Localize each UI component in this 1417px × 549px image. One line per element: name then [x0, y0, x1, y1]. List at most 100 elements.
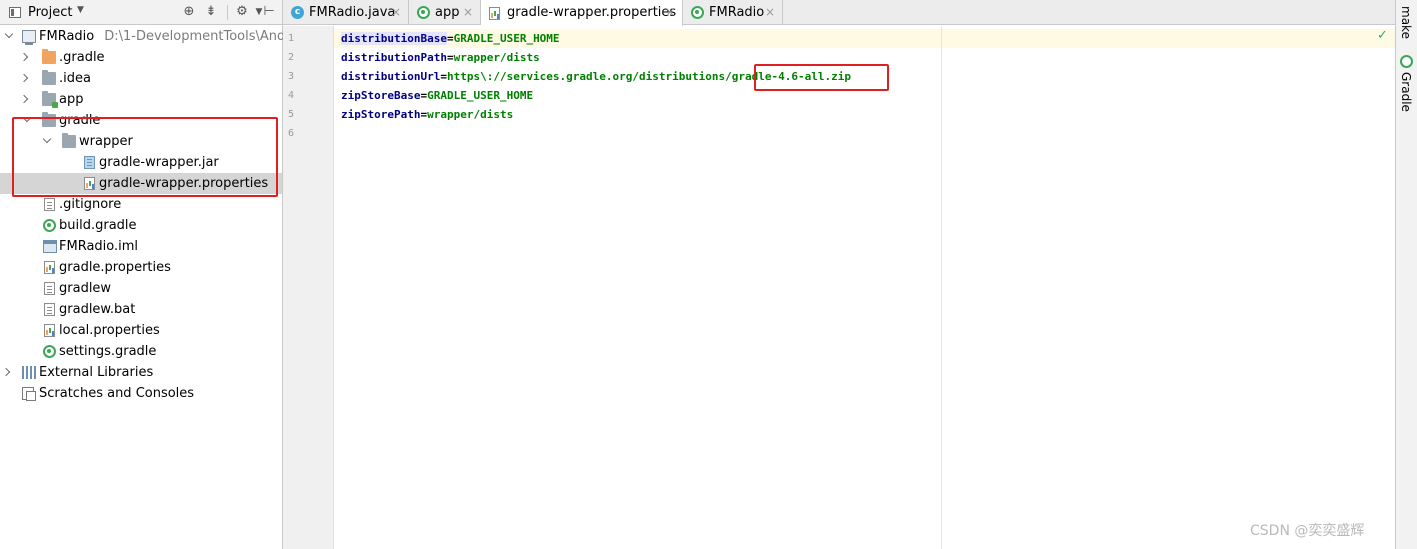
- property-key: zipStoreBase: [341, 89, 421, 102]
- property-equals: =: [446, 32, 454, 45]
- tree-node-label: .idea: [59, 71, 91, 86]
- tree-node-gradle-wrapper-properties[interactable]: gradle-wrapper.properties: [0, 173, 282, 194]
- tree-node-gradle-properties[interactable]: gradle.properties: [0, 257, 282, 278]
- target-icon[interactable]: ⊕: [180, 3, 198, 21]
- tree-node-label: gradle-wrapper.properties: [99, 176, 269, 191]
- iml-icon: [43, 240, 57, 253]
- tree-node-gradle-wrapper-jar[interactable]: gradle-wrapper.jar: [0, 152, 282, 173]
- gradle-icon: [43, 345, 56, 358]
- line-number: 5: [288, 109, 295, 120]
- tree-node-fmradio-iml[interactable]: FMRadio.iml: [0, 236, 282, 257]
- expand-arrow-icon[interactable]: [22, 110, 34, 131]
- property-equals: =: [446, 51, 454, 64]
- code-line-3[interactable]: distributionUrl=https\://services.gradle…: [341, 67, 851, 86]
- property-key: distributionBase: [341, 32, 447, 45]
- tree-node-label: .gitignore: [59, 197, 122, 212]
- property-value: wrapper/dists: [453, 51, 540, 64]
- tree-node-label: wrapper: [79, 134, 133, 149]
- tree-node-label: app: [59, 92, 84, 107]
- expand-arrow-icon[interactable]: [4, 26, 16, 47]
- code-line-5[interactable]: zipStorePath=wrapper/dists: [341, 105, 513, 124]
- close-icon[interactable]: ×: [391, 0, 401, 25]
- project-panel-header: Project ▼ ⊕ ⇟ ⚙ ▼ ⊢: [0, 0, 282, 25]
- tree-node-idea[interactable]: .idea: [0, 68, 282, 89]
- properties-icon: [84, 177, 95, 190]
- hide-panel-icon[interactable]: ⊢: [260, 3, 278, 21]
- tab-app[interactable]: app ×: [409, 0, 481, 25]
- tree-node-label: FMRadio.iml: [59, 239, 139, 254]
- tree-node-app[interactable]: app: [0, 89, 282, 110]
- property-equals: =: [440, 70, 447, 83]
- expand-arrow-icon[interactable]: [20, 68, 32, 89]
- project-tool-window: Project ▼ ⊕ ⇟ ⚙ ▼ ⊢ FMRadio D:\1-Developm…: [0, 0, 302, 549]
- file-icon: [44, 303, 55, 316]
- tree-node-scratches[interactable]: Scratches and Consoles: [0, 383, 282, 404]
- close-icon[interactable]: ×: [665, 0, 675, 25]
- close-icon[interactable]: ×: [463, 0, 473, 25]
- code-editor[interactable]: 1 2 3 4 5 6 distributionBase=GRADLE_USER…: [283, 26, 1395, 549]
- line-number: 1: [288, 33, 295, 44]
- tab-fmradio[interactable]: FMRadio ×: [683, 0, 783, 25]
- code-line-2[interactable]: distributionPath=wrapper/dists: [341, 48, 540, 67]
- tree-node-gradlew[interactable]: gradlew: [0, 278, 282, 299]
- file-icon: [44, 282, 55, 295]
- tree-node-gradlew-bat[interactable]: gradlew.bat: [0, 299, 282, 320]
- tree-node-label: External Libraries: [39, 365, 154, 380]
- tree-node-gradle[interactable]: gradle: [0, 110, 282, 131]
- gradle-tool-button[interactable]: Gradle: [1399, 72, 1413, 112]
- line-number-gutter[interactable]: 1 2 3 4 5 6: [283, 26, 334, 549]
- tree-node-local-properties[interactable]: local.properties: [0, 320, 282, 341]
- tree-node-dot-gradle[interactable]: .gradle: [0, 47, 282, 68]
- tree-node-label: gradle: [59, 113, 101, 128]
- properties-icon: [44, 324, 55, 337]
- property-value: GRADLE_USER_HOME: [427, 89, 534, 102]
- tab-fmradio-java[interactable]: c FMRadio.java ×: [283, 0, 409, 25]
- tree-node-external-libraries[interactable]: External Libraries: [0, 362, 282, 383]
- tree-node-label: Scratches and Consoles: [39, 386, 195, 401]
- project-view-selector[interactable]: Project: [28, 5, 72, 20]
- expand-arrow-icon[interactable]: [20, 47, 32, 68]
- property-value: GRADLE_USER_HOME: [453, 32, 560, 45]
- code-line-1[interactable]: distributionBase=GRADLE_USER_HOME: [341, 29, 560, 48]
- tree-node-gitignore[interactable]: .gitignore: [0, 194, 282, 215]
- property-value: https\://services.gradle.org/distributio…: [446, 70, 851, 83]
- gradle-icon: [691, 6, 704, 19]
- gradle-icon: [417, 6, 430, 19]
- tree-node-label: gradlew: [59, 281, 112, 296]
- property-key: distributionPath: [341, 51, 447, 64]
- libraries-icon: [22, 366, 36, 379]
- make-tool-button[interactable]: make: [1399, 6, 1413, 39]
- folder-icon: [42, 70, 56, 85]
- tab-gradle-wrapper-properties[interactable]: gradle-wrapper.properties ×: [481, 0, 683, 26]
- tree-node-build-gradle[interactable]: build.gradle: [0, 215, 282, 236]
- tree-node-settings-gradle[interactable]: settings.gradle: [0, 341, 282, 362]
- project-icon: [22, 30, 36, 45]
- tab-label: FMRadio.java: [309, 5, 396, 20]
- folder-icon: [62, 133, 76, 148]
- editor-tab-bar: c FMRadio.java × app × gradle-wrapper.pr…: [283, 0, 1395, 26]
- properties-icon: [489, 7, 500, 20]
- jar-icon: [84, 156, 95, 169]
- tree-node-label: .gradle: [59, 50, 105, 65]
- right-tool-strip: make Gradle: [1395, 0, 1417, 549]
- watermark: CSDN @奕奕盛辉: [1250, 523, 1365, 539]
- tab-label: app: [435, 5, 460, 20]
- chevron-down-icon[interactable]: ▼: [77, 5, 84, 15]
- expand-arrow-icon[interactable]: [42, 131, 54, 152]
- project-path: D:\1-DevelopmentTools\Androi: [104, 29, 302, 44]
- gear-icon[interactable]: ⚙: [233, 3, 251, 21]
- expand-arrow-icon[interactable]: [20, 89, 32, 110]
- tree-node-wrapper[interactable]: wrapper: [0, 131, 282, 152]
- code-line-4[interactable]: zipStoreBase=GRADLE_USER_HOME: [341, 86, 533, 105]
- collapse-all-icon[interactable]: ⇟: [202, 3, 220, 21]
- line-number: 4: [288, 90, 295, 101]
- tree-node-fmradio[interactable]: FMRadio D:\1-DevelopmentTools\Androi: [0, 26, 302, 47]
- module-icon: [42, 91, 58, 108]
- checkmark-icon: ✓: [1377, 28, 1388, 43]
- close-icon[interactable]: ×: [765, 0, 775, 25]
- right-margin-guide: [941, 26, 942, 549]
- folder-icon: [42, 49, 56, 64]
- properties-icon: [44, 261, 55, 274]
- property-value: wrapper/dists: [427, 108, 514, 121]
- expand-arrow-icon[interactable]: [2, 362, 14, 383]
